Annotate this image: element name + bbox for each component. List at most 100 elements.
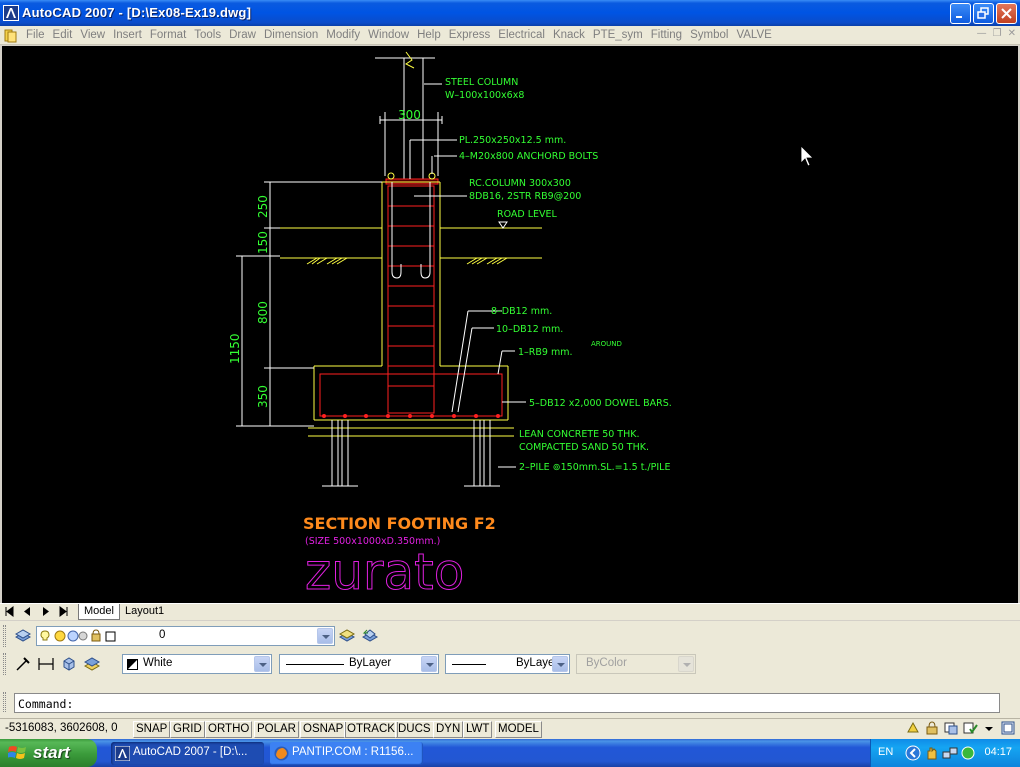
layer-previous-icon[interactable]	[361, 627, 379, 645]
status-menu-icon[interactable]	[981, 720, 997, 736]
menu-item-edit[interactable]: Edit	[49, 26, 77, 45]
xref-icon[interactable]	[943, 720, 959, 736]
menu-item-tools[interactable]: Tools	[190, 26, 225, 45]
mouse-cursor-icon	[800, 145, 814, 167]
communication-center-icon[interactable]	[905, 720, 921, 736]
show-hidden-icons-icon[interactable]	[905, 745, 921, 761]
status-toggle-ortho[interactable]: ORTHO	[205, 721, 253, 738]
command-grip[interactable]	[3, 692, 6, 712]
linetype-sample	[286, 664, 344, 665]
status-toggle-snap[interactable]: SNAP	[133, 721, 171, 738]
firefox-icon	[274, 746, 289, 761]
layer-dropdown[interactable]: 0	[36, 626, 335, 646]
status-toggle-dyn[interactable]: DYN	[433, 721, 464, 738]
menu-item-pte-sym[interactable]: PTE_sym	[589, 26, 647, 45]
menu-item-symbol[interactable]: Symbol	[686, 26, 732, 45]
dim-300: 300	[398, 108, 421, 122]
status-toggle-ducs[interactable]: DUCS	[395, 721, 434, 738]
status-toggle-model[interactable]: MODEL	[495, 721, 542, 738]
menu-item-file[interactable]: File	[22, 26, 49, 45]
label-rb9: 1–RB9 mm.	[518, 347, 573, 358]
status-toggle-polar[interactable]: POLAR	[254, 721, 299, 738]
ground-lines	[280, 227, 542, 259]
window-title: AutoCAD 2007 - [D:\Ex08-Ex19.dwg]	[22, 5, 252, 20]
plotstyle-dropdown: ByColor	[576, 654, 696, 674]
drawing-canvas[interactable]: STEEL COLUMN W–100x100x6x8 300 PL.250x25…	[2, 46, 1018, 603]
document-icon[interactable]	[3, 28, 19, 43]
rc-column-outline	[381, 181, 441, 366]
tab-model[interactable]: Model	[78, 604, 120, 620]
doc-minimize-icon[interactable]: —	[977, 28, 987, 39]
linetype-dropdown[interactable]: ByLayer	[279, 654, 439, 674]
status-toggle-otrack[interactable]: OTRACK	[344, 721, 398, 738]
menu-bar: File Edit View Insert Format Tools Draw Dimensi…	[0, 26, 1020, 45]
menu-item-draw[interactable]: Draw	[225, 26, 260, 45]
menu-item-insert[interactable]: Insert	[109, 26, 146, 45]
block-icon[interactable]	[60, 655, 78, 673]
security-icon[interactable]	[960, 745, 976, 761]
restore-button[interactable]	[973, 3, 994, 24]
label-plate: PL.250x250x12.5 mm.	[459, 135, 566, 146]
menu-item-modify[interactable]: Modify	[322, 26, 364, 45]
menu-items: File Edit View Insert Format Tools Draw Dimensi…	[22, 26, 776, 45]
first-tab-icon[interactable]	[3, 605, 16, 618]
doc-restore-icon[interactable]: ❐	[993, 28, 1002, 39]
taskbar-item-pantip[interactable]: PANTIP.COM : R1156...	[270, 742, 423, 765]
menu-item-electrical[interactable]: Electrical	[494, 26, 549, 45]
menu-item-window[interactable]: Window	[364, 26, 413, 45]
lock-icon[interactable]	[924, 720, 940, 736]
layout-tabs-bar: Model Layout1	[0, 603, 1020, 620]
clean-screen-icon[interactable]	[1000, 720, 1016, 736]
tab-layout1[interactable]: Layout1	[120, 604, 169, 620]
dim-800: 800	[256, 301, 270, 324]
dim-350: 350	[256, 385, 270, 408]
label-sand: COMPACTED SAND 50 THK.	[519, 442, 649, 453]
label-rc-rebar: 8DB16, 2STR RB9@200	[469, 191, 581, 202]
chevron-down-icon	[678, 656, 694, 672]
start-button[interactable]: start	[0, 739, 97, 767]
menu-item-dimension[interactable]: Dimension	[260, 26, 322, 45]
taskbar-item-autocad[interactable]: AutoCAD 2007 - [D:\...	[111, 742, 264, 765]
menu-item-help[interactable]: Help	[413, 26, 445, 45]
menu-item-format[interactable]: Format	[146, 26, 190, 45]
menu-item-fitting[interactable]: Fitting	[647, 26, 686, 45]
status-toggle-lwt[interactable]: LWT	[463, 721, 493, 738]
lineweight-sample	[452, 664, 486, 665]
cad-drawing: STEEL COLUMN W–100x100x6x8 300 PL.250x25…	[228, 51, 814, 602]
label-road-level: ROAD LEVEL	[497, 209, 558, 220]
menu-item-knack[interactable]: Knack	[549, 26, 589, 45]
color-dropdown[interactable]: White	[122, 654, 272, 674]
status-toggle-grid[interactable]: GRID	[170, 721, 205, 738]
layer-states-icon[interactable]	[83, 655, 101, 673]
toolbar-grip[interactable]	[3, 653, 6, 675]
doc-close-icon[interactable]: ✕	[1008, 28, 1016, 39]
clock[interactable]: 04:17	[984, 746, 1012, 758]
match-properties-icon[interactable]	[14, 655, 32, 673]
status-toggle-osnap[interactable]: OSNAP	[300, 721, 347, 738]
next-tab-icon[interactable]	[39, 605, 52, 618]
chevron-down-icon	[254, 656, 270, 672]
restore-icon	[977, 7, 989, 19]
menu-item-valve[interactable]: VALVE	[732, 26, 775, 45]
hand-tray-icon[interactable]	[924, 745, 940, 761]
menu-item-view[interactable]: View	[76, 26, 109, 45]
chevron-down-icon	[421, 656, 437, 672]
trusted-path-icon[interactable]	[962, 720, 978, 736]
make-layer-current-icon[interactable]	[338, 627, 356, 645]
layer-manager-icon[interactable]	[14, 627, 32, 645]
network-icon[interactable]	[942, 745, 958, 761]
toolbar-grip[interactable]	[3, 625, 6, 647]
command-line-input[interactable]: Command:	[14, 693, 1000, 713]
language-indicator[interactable]: EN	[878, 746, 893, 758]
coordinates-readout[interactable]: -5316083, 3602608, 0	[5, 722, 118, 734]
label-lean: LEAN CONCRETE 50 THK.	[519, 429, 640, 440]
minimize-button[interactable]	[950, 3, 971, 24]
menu-item-express[interactable]: Express	[445, 26, 495, 45]
lineweight-dropdown[interactable]: ByLayer	[445, 654, 570, 674]
autocad-app-icon[interactable]	[3, 5, 19, 21]
start-label: start	[33, 743, 70, 762]
dimension-style-icon[interactable]	[37, 655, 55, 673]
prev-tab-icon[interactable]	[21, 605, 34, 618]
close-button[interactable]	[996, 3, 1017, 24]
last-tab-icon[interactable]	[57, 605, 70, 618]
